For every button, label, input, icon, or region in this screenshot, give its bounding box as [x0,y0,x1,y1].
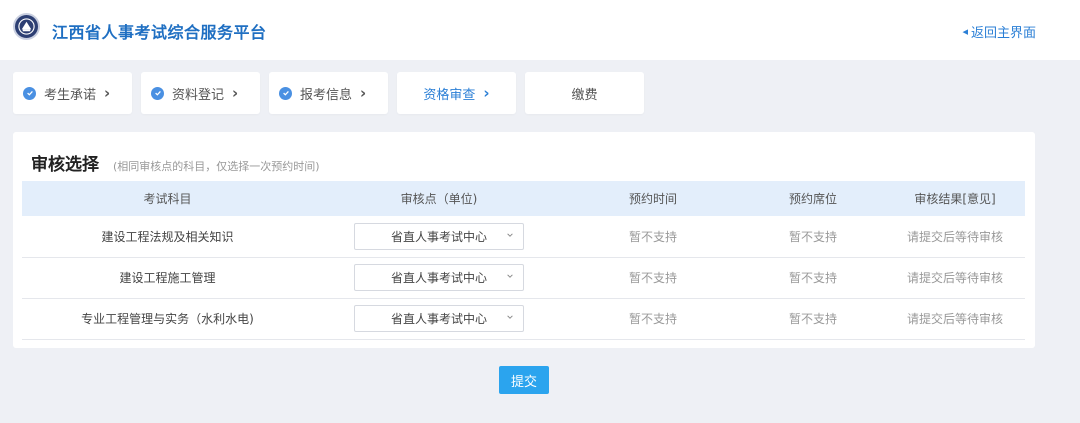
result-cell: 请提交后等待审核 [885,257,1025,299]
audit-point-select[interactable]: 省直人事考试中心 [354,222,524,250]
step-commitment[interactable]: 考生承诺 › [13,72,132,114]
chevron-down-icon [507,274,513,278]
check-circle-icon [23,86,36,100]
back-link-label: 返回主界面 [970,26,1036,41]
column-header: 审核点（单位) [313,181,565,216]
subject-cell: 建设工程法规及相关知识 [22,216,313,258]
step-label: 报考信息 [300,87,353,103]
column-header: 预约时间 [565,181,741,216]
audit-point-select[interactable]: 省直人事考试中心 [354,305,524,332]
step-label: 资格审查 [423,87,476,103]
audit-point-cell: 省直人事考试中心 [313,216,565,258]
column-header: 预约席位 [741,181,885,216]
chevron-right-icon: › [232,84,239,102]
table-header-row: 考试科目 审核点（单位) 预约时间 预约席位 审核结果[意见] [22,181,1025,216]
review-table: 考试科目 审核点（单位) 预约时间 预约席位 审核结果[意见] 建设工程法规及相… [22,181,1025,340]
step-application-info[interactable]: 报考信息 › [269,72,388,114]
step-registration[interactable]: 资料登记 › [141,72,260,114]
audit-point-cell: 省直人事考试中心 [313,257,565,299]
step-qualification-review[interactable]: 资格审查 › [397,72,516,114]
seat-cell: 暂不支持 [741,257,885,299]
check-circle-icon [279,86,292,100]
chevron-down-icon [507,315,513,319]
table-row: 建设工程法规及相关知识 省直人事考试中心 暂不支持 暂不支持 请提交后等待审核 [22,216,1025,258]
chevron-right-icon: › [104,84,111,102]
subject-cell: 专业工程管理与实务（水利水电) [22,298,313,340]
step-label: 资料登记 [172,87,225,103]
submit-button[interactable]: 提交 [499,366,549,394]
table-row: 建设工程施工管理 省直人事考试中心 暂不支持 暂不支持 请提交后等待审核 [22,257,1025,299]
site-title: 江西省人事考试综合服务平台 [52,23,267,42]
result-cell: 请提交后等待审核 [885,298,1025,340]
select-value: 省直人事考试中心 [390,312,487,326]
audit-point-select[interactable]: 省直人事考试中心 [354,264,524,291]
step-label: 缴费 [571,87,598,103]
column-header: 考试科目 [22,181,313,216]
top-header: 江西省人事考试综合服务平台 ◂ 返回主界面 [0,0,1080,60]
select-value: 省直人事考试中心 [390,229,487,244]
chevron-right-icon: › [483,84,490,102]
column-header: 审核结果[意见] [885,181,1025,216]
subject-cell: 建设工程施工管理 [22,257,313,299]
panel-title: 审核选择 [31,155,99,175]
table-row: 专业工程管理与实务（水利水电) 省直人事考试中心 暂不支持 暂不支持 请提交后等… [22,298,1025,340]
time-cell: 暂不支持 [565,216,741,258]
step-payment[interactable]: 缴费 [525,72,644,114]
panel-subtitle: (相同审核点的科目，仅选择一次预约时间) [113,160,320,173]
back-arrow-icon: ◂ [962,25,968,38]
emblem-icon [18,18,35,35]
back-to-main-link[interactable]: ◂ 返回主界面 [962,22,1036,41]
panel-header: 审核选择 (相同审核点的科目，仅选择一次预约时间) [31,150,320,175]
time-cell: 暂不支持 [565,257,741,299]
chevron-right-icon: › [360,84,367,102]
step-label: 考生承诺 [44,87,97,103]
review-panel: 审核选择 (相同审核点的科目，仅选择一次预约时间) 考试科目 审核点（单位) 预… [13,132,1035,348]
site-logo [13,13,40,40]
chevron-down-icon [507,233,513,237]
select-value: 省直人事考试中心 [390,271,487,285]
check-circle-icon [151,86,164,100]
progress-steps: 考生承诺 › 资料登记 › 报考信息 › 资格审查 › 缴费 [13,72,644,114]
seat-cell: 暂不支持 [741,298,885,340]
time-cell: 暂不支持 [565,298,741,340]
audit-point-cell: 省直人事考试中心 [313,298,565,340]
seat-cell: 暂不支持 [741,216,885,258]
result-cell: 请提交后等待审核 [885,216,1025,258]
